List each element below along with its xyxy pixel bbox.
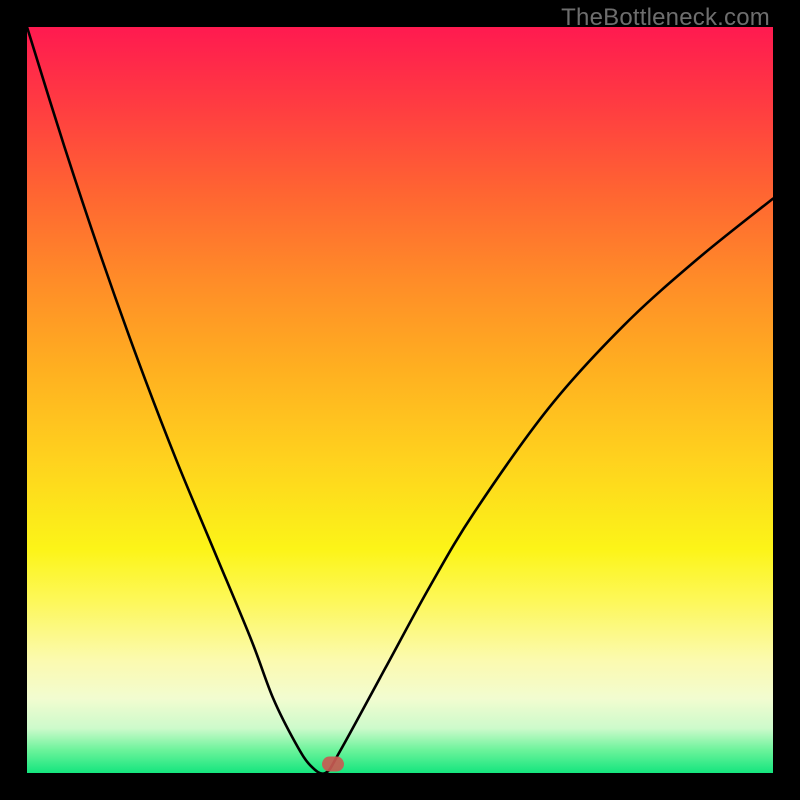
minimum-marker bbox=[322, 757, 344, 772]
bottleneck-curve bbox=[27, 27, 773, 773]
plot-area bbox=[27, 27, 773, 773]
chart-frame: TheBottleneck.com bbox=[0, 0, 800, 800]
watermark-text: TheBottleneck.com bbox=[561, 4, 770, 32]
